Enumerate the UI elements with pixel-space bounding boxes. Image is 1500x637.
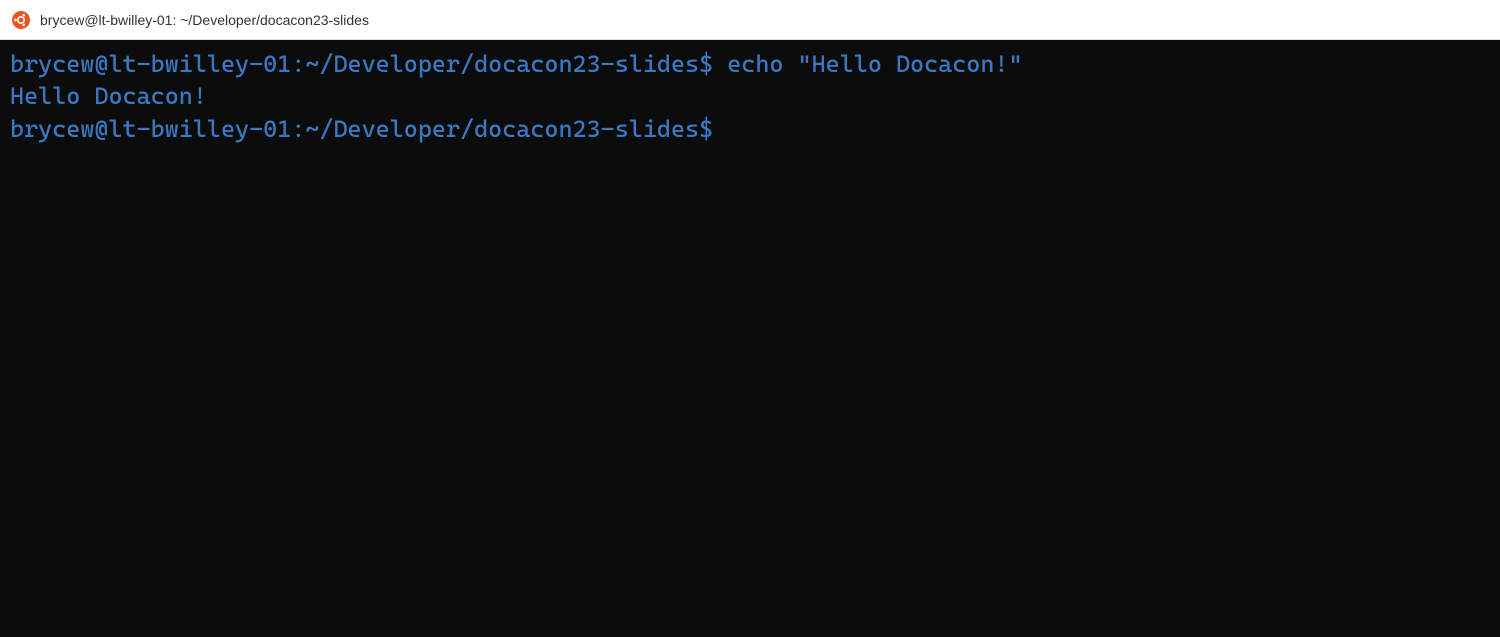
window-title: brycew@lt-bwilley-01: ~/Developer/docaco… [40,12,369,28]
window-titlebar: brycew@lt-bwilley-01: ~/Developer/docaco… [0,0,1500,40]
terminal-line: brycew@lt-bwilley-01:~/Developer/docacon… [10,113,1490,145]
ubuntu-icon [12,11,30,29]
shell-prompt: brycew@lt-bwilley-01:~/Developer/docacon… [10,115,713,143]
terminal-line: Hello Docacon! [10,80,1490,112]
terminal-line: brycew@lt-bwilley-01:~/Developer/docacon… [10,48,1490,80]
terminal-area[interactable]: brycew@lt-bwilley-01:~/Developer/docacon… [0,40,1500,637]
shell-prompt: brycew@lt-bwilley-01:~/Developer/docacon… [10,50,713,78]
shell-output: Hello Docacon! [10,82,207,110]
shell-command: echo "Hello Docacon!" [713,50,1022,78]
